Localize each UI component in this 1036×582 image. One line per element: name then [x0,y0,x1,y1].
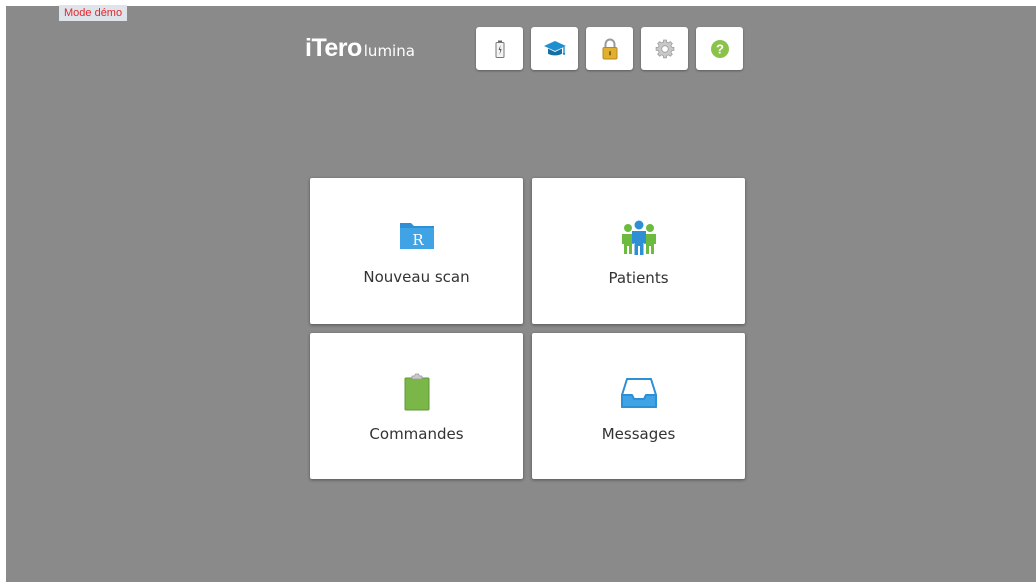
logo-sub-text: lumina [363,42,415,60]
battery-button[interactable] [476,27,523,70]
orders-label: Commandes [369,425,464,443]
orders-tile[interactable]: Commandes [310,333,523,479]
rx-folder-icon: R [399,223,434,249]
inbox-tray-icon [620,378,657,408]
logo-main-text: iTero [305,34,362,62]
patients-label: Patients [608,269,669,287]
patients-tile[interactable]: Patients [532,178,745,324]
messages-label: Messages [601,425,676,443]
app-logo: iTero lumina [305,34,415,66]
lock-icon [602,37,617,59]
messages-tile[interactable]: Messages [532,333,745,479]
rx-folder-letter: R [412,231,424,249]
learning-center-button[interactable] [531,27,578,70]
lock-button[interactable] [586,27,633,70]
graduation-cap-icon [543,40,566,55]
clipboard-icon [404,373,429,411]
battery-icon [495,40,504,58]
help-icon: ? [710,39,729,58]
top-toolbar: ? [476,27,743,70]
settings-button[interactable] [641,27,688,70]
gear-icon [655,39,674,58]
svg-text:?: ? [716,41,724,56]
patients-group-icon [621,220,656,255]
new-scan-label: Nouveau scan [363,268,470,286]
help-button[interactable]: ? [696,27,743,70]
demo-mode-badge: Mode démo [59,5,128,21]
new-scan-tile[interactable]: R Nouveau scan [310,178,523,324]
